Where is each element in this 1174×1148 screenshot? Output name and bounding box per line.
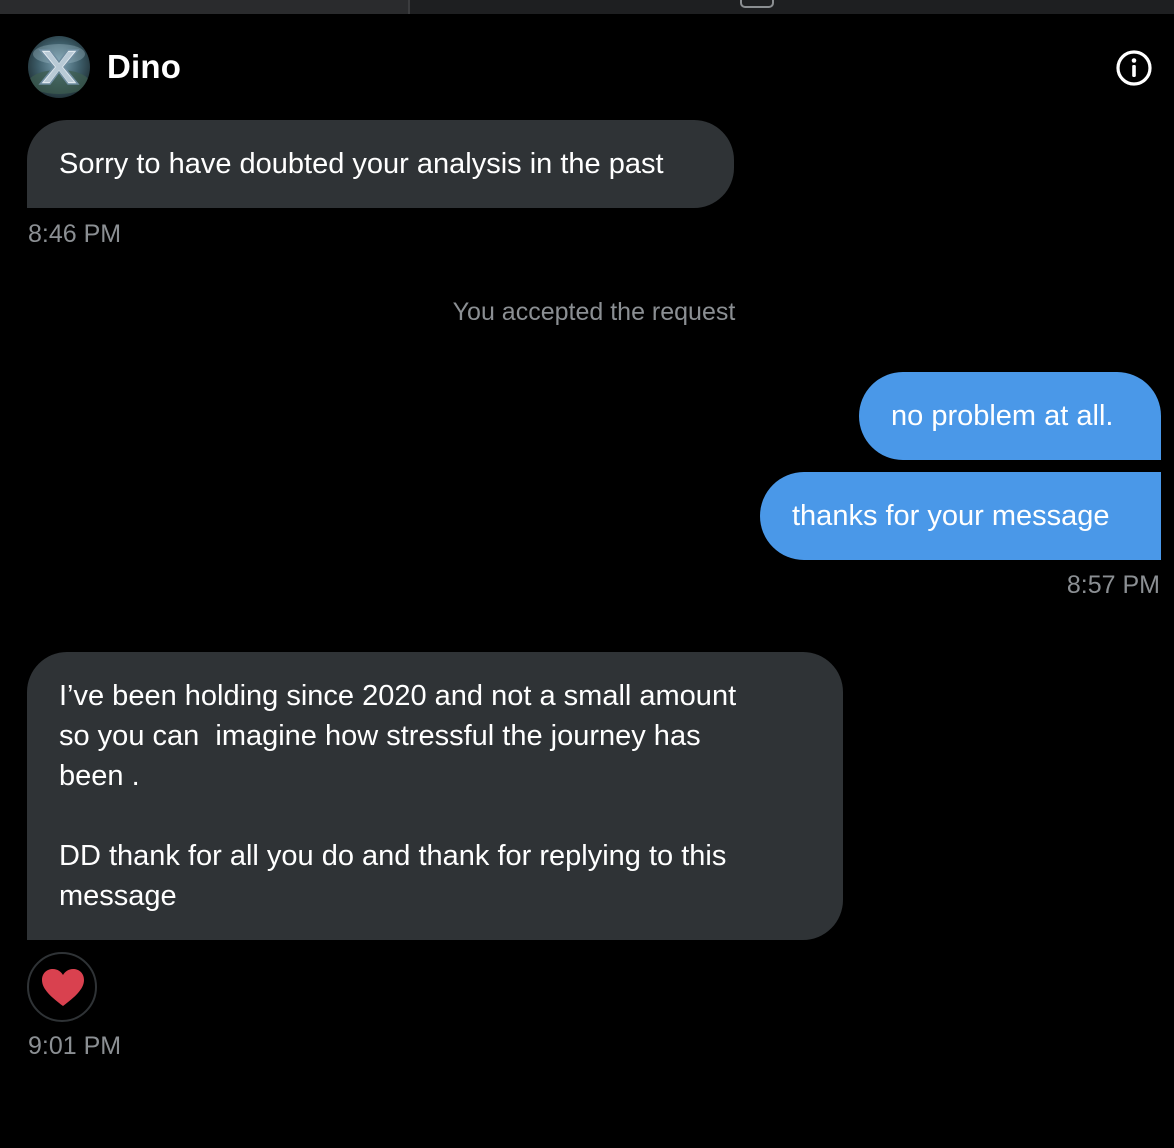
message-paragraph: DD thank for all you do and thank for re… bbox=[59, 840, 727, 912]
top-tab-strip bbox=[0, 0, 1174, 14]
dm-conversation-view: Dino Sorry to have doubted your analysis… bbox=[0, 0, 1174, 1148]
message-timestamp: 8:46 PM bbox=[28, 220, 122, 248]
outgoing-message-bubble[interactable]: no problem at all. bbox=[859, 372, 1161, 460]
message-timestamp: 8:57 PM bbox=[1066, 571, 1160, 599]
conversation-header: Dino bbox=[0, 14, 1174, 114]
message-paragraph: I’ve been holding since 2020 and not a s… bbox=[59, 680, 737, 792]
incoming-message-bubble[interactable]: Sorry to have doubted your analysis in t… bbox=[27, 120, 734, 208]
tab-strip-icon[interactable] bbox=[740, 0, 774, 8]
message-reaction[interactable] bbox=[27, 952, 97, 1022]
incoming-message-bubble[interactable]: I’ve been holding since 2020 and not a s… bbox=[27, 652, 843, 940]
message-timestamp: 9:01 PM bbox=[28, 1032, 122, 1060]
info-icon[interactable] bbox=[1114, 48, 1154, 88]
contact-name[interactable]: Dino bbox=[107, 48, 181, 86]
tab-strip-left-segment[interactable] bbox=[0, 0, 408, 14]
heart-icon bbox=[42, 969, 84, 1006]
tab-strip-divider bbox=[408, 0, 410, 14]
request-accepted-notice: You accepted the request bbox=[452, 298, 736, 326]
outgoing-message-bubble[interactable]: thanks for your message bbox=[760, 472, 1161, 560]
avatar-x-logo-icon[interactable] bbox=[28, 36, 90, 98]
